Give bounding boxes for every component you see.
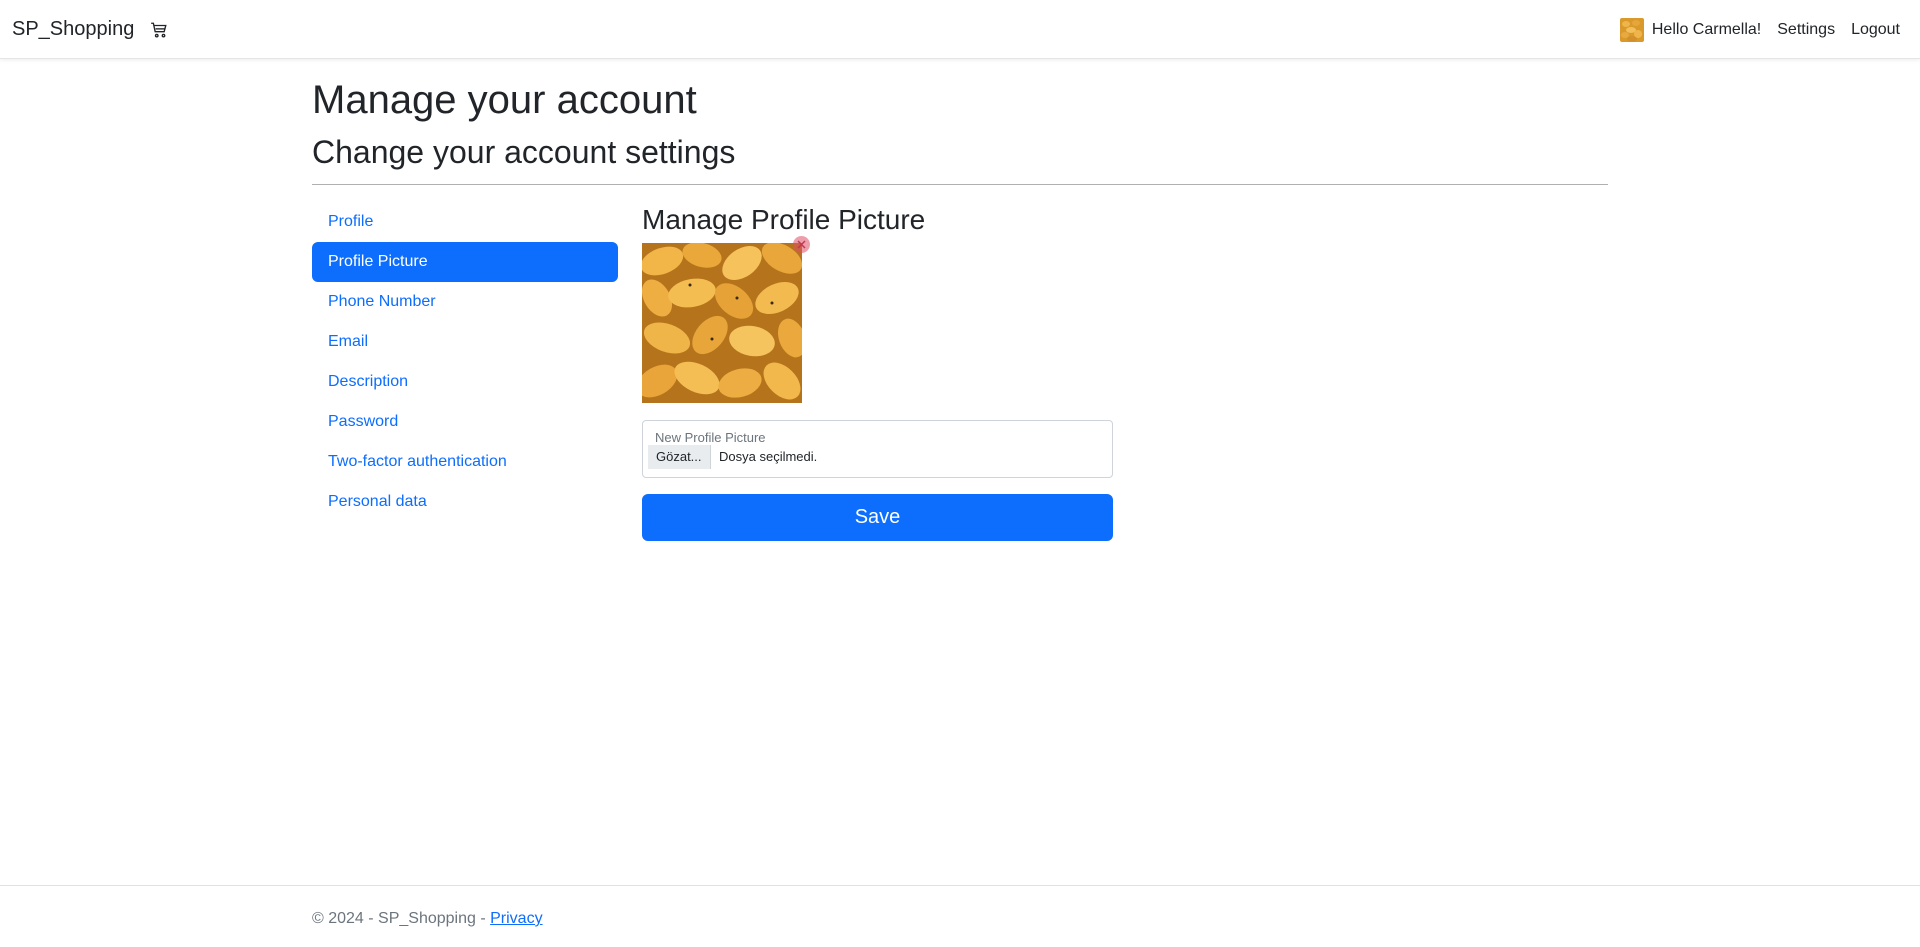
file-input-label: New Profile Picture — [655, 430, 766, 445]
cart-icon[interactable] — [150, 21, 168, 39]
sidebar-item-email[interactable]: Email — [312, 322, 618, 362]
section-title: Manage Profile Picture — [642, 204, 926, 235]
avatar — [1619, 17, 1644, 42]
sidebar-item-phone-number[interactable]: Phone Number — [312, 282, 618, 322]
copyright-text: © 2024 - SP_Shopping - — [312, 910, 491, 927]
sidebar-item-personal-data[interactable]: Personal data — [312, 482, 618, 522]
footer: © 2024 - SP_Shopping - Privacy — [0, 885, 1920, 947]
sidebar-item-two-factor[interactable]: Two-factor authentication — [312, 442, 618, 482]
divider — [312, 184, 1608, 185]
sidebar-item-password[interactable]: Password — [312, 402, 618, 442]
sidebar-item-description[interactable]: Description — [312, 362, 618, 402]
sidebar-item-profile-picture[interactable]: Profile Picture — [312, 242, 618, 282]
footer-text: © 2024 - SP_Shopping - Privacy — [312, 910, 543, 928]
nav-right: Hello Carmella! Settings Logout — [1619, 0, 1900, 59]
file-status: Dosya seçilmedi. — [719, 449, 818, 464]
profile-picture-file-input[interactable]: New Profile Picture Gözat... Dosya seçil… — [642, 420, 1113, 478]
remove-picture-icon[interactable] — [793, 236, 810, 253]
navbar: SP_Shopping Hello Carmella! Settings Log… — [0, 0, 1920, 59]
settings-link[interactable]: Settings — [1777, 21, 1835, 39]
logout-link[interactable]: Logout — [1851, 21, 1900, 39]
page-title: Manage your account — [312, 78, 697, 122]
browse-button[interactable]: Gözat... — [648, 445, 711, 469]
sidebar-item-profile[interactable]: Profile — [312, 202, 618, 242]
save-button[interactable]: Save — [642, 494, 1113, 541]
profile-picture — [642, 243, 802, 403]
account-sidenav: Profile Profile Picture Phone Number Ema… — [312, 202, 618, 522]
privacy-link[interactable]: Privacy — [490, 910, 542, 927]
greeting-link[interactable]: Hello Carmella! — [1652, 21, 1761, 39]
page-subtitle: Change your account settings — [312, 134, 736, 170]
brand-link[interactable]: SP_Shopping — [12, 18, 134, 41]
